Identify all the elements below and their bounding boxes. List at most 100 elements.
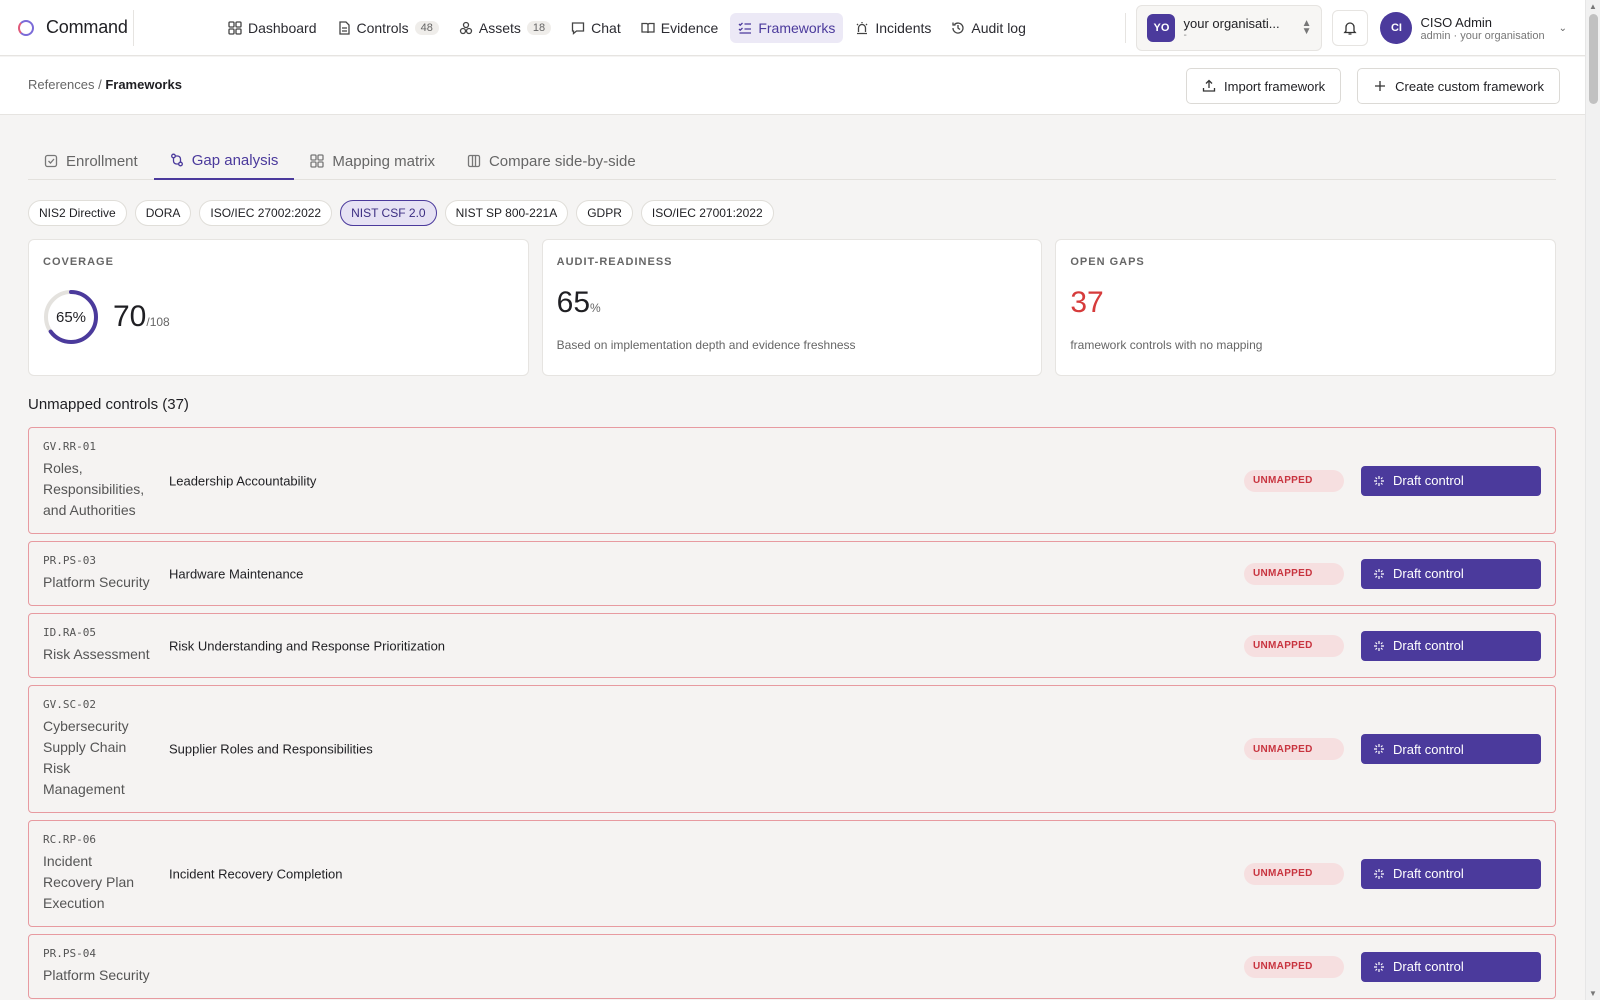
row-meta: PR.PS-04 Platform Security: [43, 947, 155, 986]
table-row[interactable]: ID.RA-05 Risk Assessment Risk Understandin…: [28, 613, 1556, 678]
framework-selector: NIS2 Directive DORA ISO/IEC 27002:2022 N…: [28, 200, 774, 226]
nav-item-audit-log[interactable]: Audit log: [943, 13, 1033, 43]
table-row[interactable]: PR.PS-04 Platform Security UNMAPPED Draft c…: [28, 934, 1556, 999]
user-menu[interactable]: CI CISO Admin admin · your organisation …: [1380, 12, 1567, 44]
draft-control-button[interactable]: Draft control: [1361, 734, 1541, 764]
control-id: GV.RR-01: [43, 440, 96, 453]
draft-control-label: Draft control: [1393, 959, 1464, 974]
card-note: Based on implementation depth and eviden…: [556, 338, 856, 352]
nav-label: Controls: [356, 19, 409, 36]
row-meta: GV.RR-01 Roles, Responsibilities, and Aut…: [43, 440, 155, 521]
checkbox-icon: [44, 154, 58, 168]
nav-item-evidence[interactable]: Evidence: [633, 13, 727, 43]
top-bar: Command Dashboard Controls 48 Assets 18 …: [0, 0, 1585, 56]
notifications-button[interactable]: [1332, 10, 1369, 46]
control-category: Risk Assessment: [43, 646, 150, 662]
columns-icon: [467, 154, 481, 168]
framework-chip-nis2[interactable]: NIS2 Directive: [28, 200, 127, 226]
nav-item-incidents[interactable]: Incidents: [847, 13, 939, 43]
nav-count: 18: [526, 20, 552, 35]
draft-control-label: Draft control: [1393, 638, 1464, 653]
chat-icon: [572, 21, 585, 35]
user-name: CISO Admin: [1420, 14, 1493, 30]
card-note: framework controls with no mapping: [1070, 338, 1263, 352]
create-framework-button[interactable]: Create custom framework: [1357, 68, 1560, 104]
audit-readiness-card: AUDIT-READINESS 65% Based on implementat…: [541, 239, 1043, 376]
tab-gap-analysis[interactable]: Gap analysis: [153, 142, 295, 180]
nav-count: 48: [414, 20, 439, 35]
framework-chip-iso27001[interactable]: ISO/IEC 27001:2022: [640, 200, 774, 226]
tab-compare[interactable]: Compare side-by-side: [451, 142, 652, 180]
framework-chip-gdpr[interactable]: GDPR: [576, 200, 633, 226]
import-framework-button[interactable]: Import framework: [1186, 68, 1342, 104]
org-name: your organisati...: [1183, 15, 1280, 31]
siren-icon: [856, 21, 868, 34]
grid-icon: [310, 154, 325, 168]
framework-chip-dora[interactable]: DORA: [134, 200, 192, 226]
nav-item-dashboard[interactable]: Dashboard: [220, 13, 325, 43]
control-title: Risk Understanding and Response Prioriti…: [169, 638, 446, 653]
nav-item-controls[interactable]: Controls 48: [329, 13, 447, 43]
org-text: your organisati... -: [1183, 16, 1295, 41]
page-header: References / Frameworks Import framework…: [0, 57, 1585, 115]
sparkle-icon: [1374, 640, 1384, 651]
scrollbar[interactable]: ▲ ▼: [1585, 0, 1600, 1000]
coverage-total: /108: [146, 315, 170, 329]
org-sub: -: [1183, 29, 1187, 41]
sparkle-icon: [1374, 475, 1384, 486]
nav-item-frameworks[interactable]: Frameworks: [730, 12, 844, 43]
table-row[interactable]: GV.SC-02 Cybersecurity Supply Chain Risk …: [28, 685, 1556, 813]
framework-chip-nist-800-221a[interactable]: NIST SP 800-221A: [444, 200, 569, 226]
book-icon: [641, 22, 655, 33]
draft-control-button[interactable]: Draft control: [1361, 558, 1541, 589]
top-right: YO your organisati... - ▲ ▼ CI CISO Admin…: [1125, 4, 1567, 52]
chevron-down-icon: ⌄: [1558, 22, 1567, 34]
unmapped-controls-title: Unmapped controls (37): [28, 396, 189, 413]
table-row[interactable]: RC.RP-06 Incident Recovery Plan Execution…: [28, 820, 1556, 927]
brand[interactable]: Command: [0, 9, 134, 46]
tab-enrollment[interactable]: Enrollment: [28, 142, 154, 180]
git-compare-icon: [170, 153, 183, 167]
row-meta: ID.RA-05 Risk Assessment: [43, 626, 155, 665]
draft-control-button[interactable]: Draft control: [1361, 858, 1541, 889]
status-badge: UNMAPPED: [1244, 469, 1344, 492]
draft-control-button[interactable]: Draft control: [1361, 951, 1541, 982]
control-title: Leadership Accountability: [169, 473, 317, 488]
breadcrumb-parent[interactable]: References: [28, 77, 94, 92]
draft-control-label: Draft control: [1393, 866, 1464, 881]
card-label: AUDIT-READINESS: [556, 256, 673, 268]
table-row[interactable]: PR.PS-03 Platform Security Hardware Mainte…: [28, 541, 1556, 606]
coverage-mapped: 70: [113, 300, 147, 333]
draft-control-button[interactable]: Draft control: [1361, 465, 1541, 496]
org-switcher[interactable]: YO your organisati... - ▲ ▼: [1136, 5, 1323, 51]
draft-control-button[interactable]: Draft control: [1361, 630, 1541, 661]
chevron-up-down-icon: ▲ ▼: [1301, 18, 1312, 37]
user-role: admin · your organisation: [1420, 29, 1545, 42]
nav-label: Incidents: [875, 19, 932, 36]
audit-unit: %: [590, 301, 601, 315]
tab-mapping-matrix[interactable]: Mapping matrix: [294, 142, 451, 180]
open-gaps-card: OPEN GAPS 37 framework controls with no …: [1055, 239, 1557, 376]
control-id: PR.PS-04: [43, 947, 96, 960]
create-label: Create custom framework: [1395, 78, 1544, 94]
scroll-down-icon[interactable]: ▼: [1589, 989, 1597, 998]
framework-chip-iso27002[interactable]: ISO/IEC 27002:2022: [199, 200, 333, 226]
document-icon: [338, 20, 350, 35]
table-row[interactable]: GV.RR-01 Roles, Responsibilities, and Aut…: [28, 427, 1556, 534]
nav-label: Assets: [478, 19, 521, 36]
bell-icon: [1343, 22, 1358, 35]
nav-item-chat[interactable]: Chat: [563, 13, 629, 43]
framework-chip-nist-csf[interactable]: NIST CSF 2.0: [340, 200, 437, 226]
nav-label: Audit log: [971, 19, 1026, 36]
card-label: OPEN GAPS: [1070, 256, 1145, 268]
row-meta: RC.RP-06 Incident Recovery Plan Execution: [43, 833, 155, 914]
org-avatar: YO: [1147, 14, 1176, 42]
scroll-up-icon[interactable]: ▲: [1589, 2, 1597, 11]
draft-control-label: Draft control: [1393, 473, 1464, 488]
scroll-thumb[interactable]: [1589, 14, 1598, 104]
breadcrumb: References / Frameworks: [28, 77, 182, 92]
nav-item-assets[interactable]: Assets 18: [451, 13, 559, 43]
plus-icon: [1375, 81, 1386, 91]
control-title: Incident Recovery Completion: [169, 866, 343, 881]
user-text: CISO Admin admin · your organisation: [1420, 15, 1544, 42]
